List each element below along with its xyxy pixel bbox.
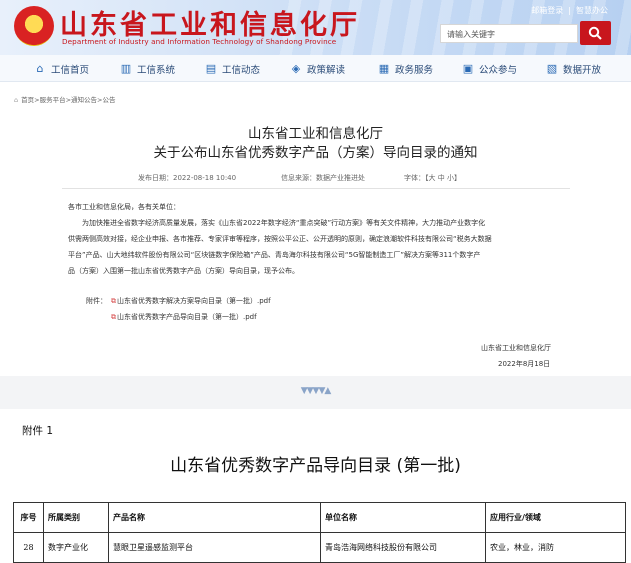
- column-header: 序号: [13, 502, 44, 533]
- attachment-label: 附件：: [86, 297, 107, 305]
- top-links: 邮箱登录 | 智慧办公: [526, 5, 613, 16]
- table-row: 28 数字产业化 慧眼卫星遥感监测平台 青岛浩海网络科技股份有限公司 农业，林业…: [13, 532, 626, 563]
- info-source: 信息来源：数据产业推进处: [281, 174, 365, 182]
- news-icon: ▤: [205, 61, 217, 75]
- nav-item-system[interactable]: ▥ 工信系统: [120, 55, 175, 82]
- smart-office-link[interactable]: 智慧办公: [571, 6, 613, 15]
- body-paragraph-line: 平台”产品、山大地纬软件股份有限公司“区块链数字保险箱”产品、青岛海尔科技有限公…: [68, 251, 481, 259]
- table-cell: 数字产业化: [43, 532, 109, 563]
- main-nav: ⌂ 工信首页 ▥ 工信系统 ▤ 工信动态 ◈ 政策解读 ▦ 政务服务 ▣ 公众参与 ▧ 数据开…: [0, 55, 631, 82]
- data-icon: ▧: [546, 61, 558, 75]
- divider: [62, 188, 570, 189]
- addressee: 各市工业和信息化局，各有关单位：: [68, 203, 180, 211]
- column-header: 应用行业/领域: [485, 502, 626, 533]
- directory-table: 序号 所属类别 产品名称 单位名称 应用行业/领域 28 数字产业化 慧眼卫星遥…: [13, 502, 626, 563]
- nav-item-participate[interactable]: ▣ 公众参与: [462, 55, 517, 82]
- service-icon: ▦: [378, 61, 390, 75]
- search-icon: [588, 26, 602, 40]
- pdf-icon: ⧉: [111, 297, 116, 305]
- body-paragraph-line: 为加快推进全省数字经济高质量发展，落实《山东省2022年数字经济“重点突破”行动…: [82, 219, 486, 227]
- nav-item-data[interactable]: ▧ 数据开放: [546, 55, 601, 82]
- nav-item-policy[interactable]: ◈ 政策解读: [290, 55, 345, 82]
- signature-org: 山东省工业和信息化厅: [481, 344, 551, 352]
- font-size-switcher[interactable]: 字体：【大 中 小】: [404, 173, 461, 183]
- column-header: 所属类别: [43, 502, 109, 533]
- article-org: 山东省工业和信息化厅: [248, 126, 383, 142]
- building-icon: ▥: [120, 61, 132, 75]
- nav-item-service[interactable]: ▦ 政务服务: [378, 55, 433, 82]
- expand-arrows-icon[interactable]: ▼▼▼▼▲: [0, 386, 631, 396]
- column-header: 单位名称: [320, 502, 486, 533]
- column-header: 产品名称: [108, 502, 321, 533]
- breadcrumb[interactable]: ⌂ 首页>服务平台>通知公告>公告: [14, 94, 115, 104]
- table-cell: 农业，林业，消防: [485, 532, 626, 563]
- body-paragraph-line: 品（方案）入围第一批山东省优秀数字产品（方案）导向目录，现予公布。: [68, 267, 299, 275]
- participate-icon: ▣: [462, 61, 474, 75]
- attachment-link[interactable]: ⧉山东省优秀数字产品导向目录（第一批）.pdf: [111, 312, 257, 322]
- nav-item-home[interactable]: ⌂ 工信首页: [34, 55, 90, 82]
- search-input[interactable]: 请输入关键字: [440, 24, 578, 43]
- search-button[interactable]: [580, 21, 611, 45]
- table-cell: 慧眼卫星遥感监测平台: [108, 532, 321, 563]
- section-divider: ▼▼▼▼▲: [0, 376, 631, 409]
- attachment-title: 山东省优秀数字产品导向目录 (第一批): [170, 456, 461, 476]
- home-icon: ⌂: [14, 96, 19, 104]
- site-subtitle: Department of Industry and Information T…: [62, 37, 337, 46]
- pdf-icon: ⧉: [111, 313, 116, 321]
- publish-date: 发布日期：2022-08-18 10:40: [138, 174, 237, 182]
- page-title: 关于公布山东省优秀数字产品（方案）导向目录的通知: [153, 145, 478, 161]
- national-emblem-icon: ★: [14, 6, 54, 46]
- nav-item-news[interactable]: ▤ 工信动态: [205, 55, 260, 82]
- mail-login-link[interactable]: 邮箱登录: [526, 6, 568, 15]
- body-paragraph-line: 供需两侧高效对接，经企业申报、各市推荐、专家评审等程序，按照公平公正、公开透明的…: [68, 235, 492, 243]
- home-icon: ⌂: [36, 61, 44, 75]
- policy-icon: ◈: [291, 61, 301, 75]
- table-cell: 28: [13, 532, 44, 563]
- attachment-link[interactable]: ⧉山东省优秀数字解决方案导向目录（第一批）.pdf: [111, 296, 271, 306]
- signature-date: 2022年8月18日: [498, 360, 551, 368]
- attachment-number: 附件 1: [22, 425, 54, 437]
- site-header: ★ 山东省工业和信息化厅 Department of Industry and …: [0, 0, 631, 55]
- table-header-row: 序号 所属类别 产品名称 单位名称 应用行业/领域: [13, 502, 626, 533]
- table-cell: 青岛浩海网络科技股份有限公司: [320, 532, 486, 563]
